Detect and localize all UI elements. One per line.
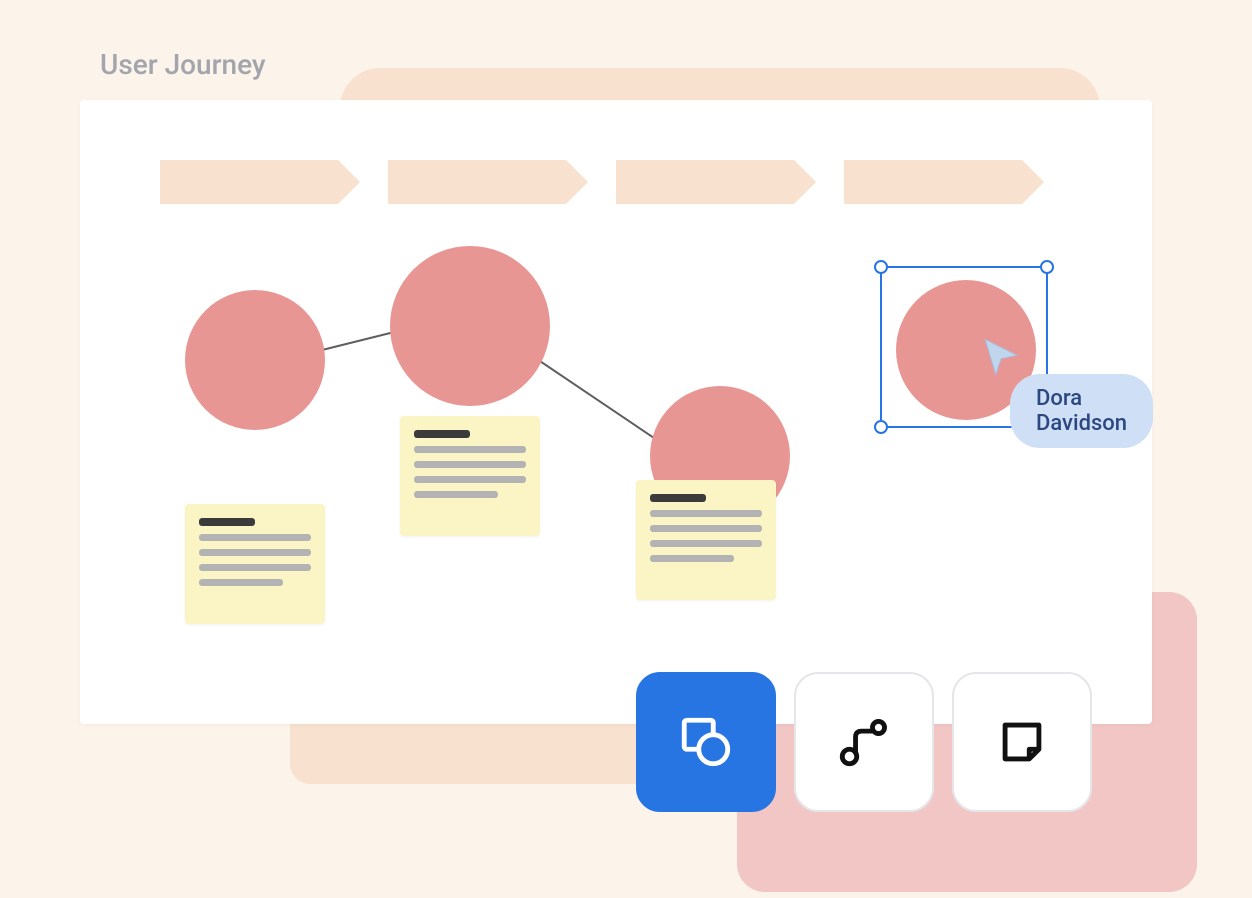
shape-tool-button[interactable] [636, 672, 776, 812]
collaborator-badge: Dora Davidson [1010, 374, 1153, 448]
journey-node[interactable] [390, 246, 550, 406]
phase-arrow[interactable] [160, 160, 338, 204]
sticky-note-tool-button[interactable] [952, 672, 1092, 812]
sticky-note-icon [993, 713, 1051, 771]
toolbar [636, 672, 1092, 812]
sticky-note[interactable] [400, 416, 540, 536]
connector-tool-button[interactable] [794, 672, 934, 812]
page-title: User Journey [100, 48, 266, 81]
phase-arrow[interactable] [844, 160, 1022, 204]
collaborator-cursor-icon [980, 336, 1022, 378]
resize-handle[interactable] [1040, 260, 1054, 274]
sticky-note[interactable] [636, 480, 776, 600]
sticky-note[interactable] [185, 504, 325, 624]
resize-handle[interactable] [874, 260, 888, 274]
resize-handle[interactable] [874, 420, 888, 434]
shape-icon [677, 713, 735, 771]
connector-icon [835, 713, 893, 771]
journey-node[interactable] [185, 290, 325, 430]
collaborator-name: Dora Davidson [1036, 386, 1127, 436]
phase-arrow[interactable] [616, 160, 794, 204]
phase-arrow[interactable] [388, 160, 566, 204]
diagram-canvas[interactable]: Dora Davidson [80, 100, 1152, 724]
